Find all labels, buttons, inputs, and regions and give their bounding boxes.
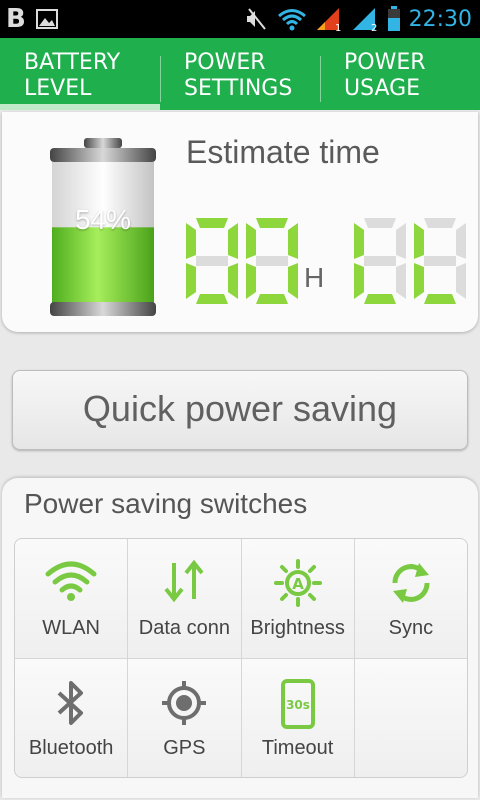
- app-badge-icon: B: [6, 4, 26, 34]
- digit-segment: [354, 263, 364, 299]
- mute-icon: [246, 8, 266, 30]
- sim2-label: 2: [371, 23, 377, 32]
- minute-digit-1: [354, 218, 406, 304]
- switch-grid: WLAN Data conn A Brightness Sync Bluetoo…: [14, 538, 468, 778]
- digit-segment: [186, 263, 196, 299]
- digit-segment: [396, 223, 406, 259]
- digit-segment: [196, 256, 228, 266]
- estimate-card: 54% Estimate time H: [2, 112, 478, 332]
- tab-power-usage[interactable]: POWER USAGE: [320, 38, 480, 110]
- sim1-label: 1: [335, 23, 341, 32]
- switch-label: Bluetooth: [28, 736, 114, 759]
- digit-segment: [228, 263, 238, 299]
- switch-label: Timeout: [261, 736, 334, 759]
- switch-label: Data conn: [138, 617, 230, 639]
- signal-sim2-icon: 2: [352, 8, 377, 32]
- data-connection-icon: [164, 559, 204, 603]
- switch-label: GPS: [163, 736, 206, 759]
- tab-battery-level[interactable]: BATTERY LEVEL: [0, 38, 160, 110]
- digit-segment: [288, 223, 298, 259]
- switches-title: Power saving switches: [24, 488, 308, 519]
- digit-segment: [414, 263, 424, 299]
- digit-segment: [424, 294, 456, 304]
- gps-icon: [162, 680, 207, 725]
- switch-sync[interactable]: Sync: [354, 539, 467, 658]
- wifi-icon: [45, 561, 97, 601]
- digit-segment: [364, 218, 396, 228]
- switch-label: Brightness: [250, 617, 345, 639]
- hour-digit-1: [186, 218, 238, 304]
- switch-wlan[interactable]: WLAN: [15, 539, 128, 658]
- tab-bar: BATTERY LEVEL POWER SETTINGS POWER USAGE: [0, 38, 480, 110]
- bluetooth-icon: [57, 680, 84, 725]
- status-bar: B 1 2 22:30: [0, 0, 480, 38]
- digit-segment: [354, 223, 364, 259]
- digit-segment: [456, 223, 466, 259]
- digit-segment: [424, 218, 456, 228]
- hour-digit-2: [246, 218, 298, 304]
- sync-icon: [392, 563, 430, 603]
- timeout-icon: 30s: [280, 678, 315, 729]
- switch-gps[interactable]: GPS: [128, 658, 241, 777]
- battery-percent-label: 54%: [74, 204, 132, 235]
- tab-power-settings[interactable]: POWER SETTINGS: [160, 38, 320, 110]
- gallery-notification-icon: [35, 9, 58, 29]
- digit-segment: [456, 263, 466, 299]
- minute-digit-2: [414, 218, 466, 304]
- signal-sim1-icon: 1: [316, 8, 341, 32]
- switch-label: Sync: [388, 617, 434, 639]
- digit-segment: [396, 263, 406, 299]
- switch-bluetooth[interactable]: Bluetooth: [15, 658, 128, 777]
- digit-segment: [246, 223, 256, 259]
- digit-segment: [228, 223, 238, 259]
- clock: 22:30: [408, 6, 472, 32]
- digit-segment: [288, 263, 298, 299]
- brightness-auto-icon: A: [273, 559, 322, 607]
- digit-segment: [186, 223, 196, 259]
- switch-brightness[interactable]: A Brightness: [241, 539, 354, 658]
- digit-segment: [196, 294, 228, 304]
- svg-text:30s: 30s: [286, 698, 310, 712]
- digit-segment: [246, 263, 256, 299]
- battery-fill: [52, 227, 154, 304]
- power-saving-switches-panel: Power saving switches WLAN Data conn A B…: [2, 478, 478, 798]
- digit-segment: [256, 256, 288, 266]
- digit-segment: [364, 256, 396, 266]
- switch-data-conn[interactable]: Data conn: [128, 539, 241, 658]
- digit-segment: [414, 223, 424, 259]
- estimate-time-display: [186, 218, 466, 304]
- quick-power-saving-button[interactable]: Quick power saving: [12, 370, 468, 450]
- digit-segment: [424, 256, 456, 266]
- digit-segment: [196, 218, 228, 228]
- switch-timeout[interactable]: 30s Timeout: [241, 658, 354, 777]
- switch-empty-slot: [354, 658, 467, 777]
- wifi-status-icon: [277, 9, 306, 31]
- estimate-time-title: Estimate time: [186, 134, 380, 170]
- digit-segment: [256, 294, 288, 304]
- svg-text:A: A: [292, 575, 304, 593]
- digit-segment: [256, 218, 288, 228]
- hour-unit-label: H: [304, 262, 325, 293]
- battery-status-icon: [387, 6, 400, 31]
- digit-segment: [364, 294, 396, 304]
- switch-label: WLAN: [42, 617, 101, 639]
